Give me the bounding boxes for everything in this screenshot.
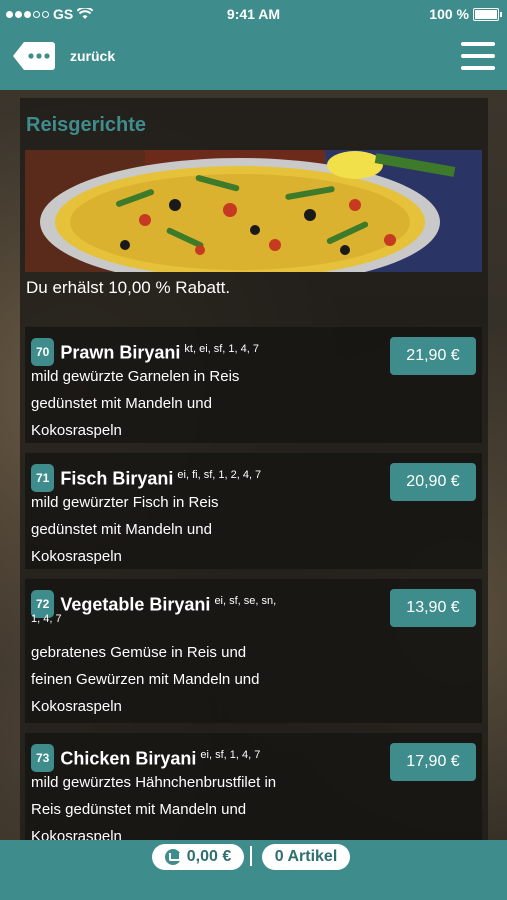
back-tag-icon[interactable] [12, 40, 56, 72]
item-name: Prawn Biryani [60, 342, 181, 363]
item-allergens: ei, sf, 1, 4, 7 [200, 749, 261, 761]
description-line: gebratenes Gemüse in Reis und [31, 644, 247, 661]
description-line: gedünstet mit Mandeln und [31, 395, 212, 412]
description-line: feinen Gewürzen mit Mandeln und [31, 671, 260, 688]
category-hero-image [25, 150, 482, 272]
cart-bottom-bar: 0,00 € 0 Artikel [0, 840, 507, 900]
battery-icon [473, 7, 502, 21]
item-header: 72 Vegetable Biryani ei, sf, se, sn, [31, 589, 361, 620]
description-line: Kokosraspeln [31, 548, 122, 565]
battery-percent: 100 % [429, 6, 469, 22]
menu-item[interactable]: 72 Vegetable Biryani ei, sf, se, sn, 1, 4,… [25, 578, 482, 723]
category-title: Reisgerichte [26, 114, 147, 136]
description-line: mild gewürzte Garnelen in Reis [31, 368, 240, 385]
item-name: Chicken Biryani [60, 748, 197, 769]
description-line: Kokosraspeln [31, 698, 122, 715]
menu-item[interactable]: 70 Prawn Biryani kt, ei, sf, 1, 4, 7 mild … [25, 326, 482, 443]
add-to-cart-price-button[interactable]: 13,90 € [390, 589, 476, 627]
item-number-badge: 73 [31, 744, 55, 773]
add-to-cart-price-button[interactable]: 17,90 € [390, 743, 476, 781]
hamburger-menu-icon[interactable] [461, 42, 495, 72]
discount-notice: Du erhälst 10,00 % Rabatt. [26, 278, 231, 297]
cart-item-count-button[interactable]: 0 Artikel [262, 844, 350, 870]
navigation-bar: zurück [0, 28, 507, 92]
cart-item-count: 0 Artikel [274, 848, 338, 865]
menu-category-panel: Reisgerichte Du erhälst 10,00 % Rabatt. [20, 98, 488, 840]
item-description: mild gewürzte Garnelen in Reis gedünstet… [31, 363, 361, 444]
description-line: mild gewürzter Fisch in Reis [31, 494, 219, 511]
cart-total: 0,00 € [186, 848, 232, 865]
item-description: gebratenes Gemüse in Reis und feinen Gew… [31, 639, 361, 720]
description-line: Reis gedünstet mit Mandeln und [31, 801, 247, 818]
item-allergens: ei, sf, se, sn, [214, 595, 277, 607]
battery-status: 100 % [429, 6, 502, 22]
cart-icon [164, 849, 181, 865]
cart-total-button[interactable]: 0,00 € [152, 844, 244, 870]
item-number-badge: 71 [31, 464, 55, 493]
item-name: Vegetable Biryani [60, 594, 211, 615]
description-line: mild gewürztes Hähnchenbrustfilet in [31, 774, 277, 791]
add-to-cart-price-button[interactable]: 20,90 € [390, 463, 476, 501]
description-line: Kokosraspeln [31, 422, 122, 439]
item-number-badge: 70 [31, 338, 55, 367]
back-button-label[interactable]: zurück [70, 48, 115, 64]
item-description: mild gewürztes Hähnchenbrustfilet in Rei… [31, 769, 361, 840]
item-allergens-continued: 1, 4, 7 [31, 613, 62, 625]
description-line: Kokosraspeln [31, 828, 122, 840]
item-allergens: ei, fi, sf, 1, 2, 4, 7 [177, 469, 262, 481]
menu-item[interactable]: 71 Fisch Biryani ei, fi, sf, 1, 2, 4, 7 mi… [25, 452, 482, 569]
item-name: Fisch Biryani [60, 468, 174, 489]
item-description: mild gewürzter Fisch in Reis gedünstet m… [31, 489, 361, 570]
divider [250, 846, 252, 866]
item-allergens: kt, ei, sf, 1, 4, 7 [184, 343, 259, 355]
menu-item[interactable]: 73 Chicken Biryani ei, sf, 1, 4, 7 mild ge… [25, 732, 482, 840]
status-bar: GS 9:41 AM 100 % [0, 0, 507, 28]
description-line: gedünstet mit Mandeln und [31, 521, 212, 538]
add-to-cart-price-button[interactable]: 21,90 € [390, 337, 476, 375]
